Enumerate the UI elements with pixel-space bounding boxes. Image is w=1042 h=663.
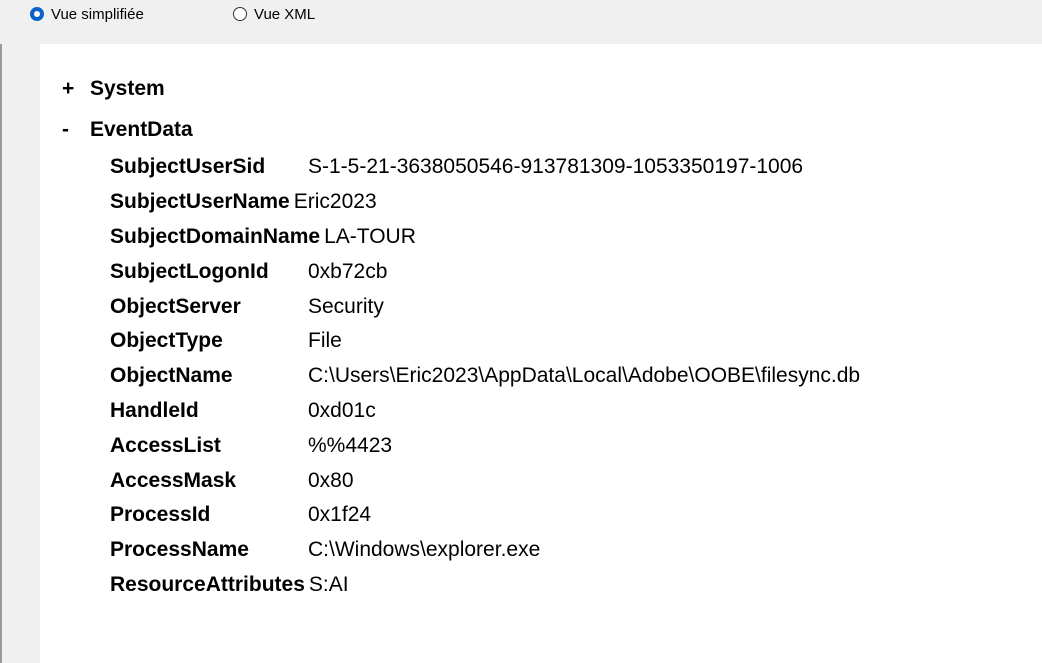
field-value: S:AI [308, 572, 349, 596]
field-row: SubjectDomainName LA-TOUR [110, 220, 416, 255]
field-row: ProcessName C:\Windows\explorer.exe [110, 533, 540, 568]
field-value: 0xd01c [308, 398, 376, 422]
expand-toggle-icon[interactable]: + [62, 77, 90, 101]
field-key: ResourceAttributes [110, 572, 305, 596]
field-key: HandleId [110, 398, 199, 422]
view-mode-bar: Vue simplifiée Vue XML [0, 0, 1042, 44]
xml-view-label: Vue XML [254, 5, 316, 23]
field-key: SubjectLogonId [110, 259, 269, 283]
eventdata-node-label: EventData [90, 118, 193, 141]
field-key: ObjectType [110, 329, 223, 353]
tree-node-system[interactable]: + System [62, 72, 165, 106]
field-row: ResourceAttributes S:AI [110, 568, 416, 603]
field-row: SubjectUserSid S-1-5-21-3638050546-913781… [110, 150, 803, 185]
field-key: SubjectDomainName [110, 224, 321, 248]
system-node-label: System [90, 77, 165, 100]
field-row: ObjectType File [110, 324, 416, 359]
field-row: AccessList %%4423 [110, 428, 416, 463]
field-key: ObjectServer [110, 294, 241, 318]
window-left-border [0, 0, 2, 663]
field-key: ProcessName [110, 538, 249, 562]
field-value: C:\Windows\explorer.exe [308, 538, 541, 562]
eventdata-fields: SubjectUserSid S-1-5-21-3638050546-913781… [110, 150, 860, 603]
field-key: ObjectName [110, 364, 233, 388]
xml-view-radio[interactable]: Vue XML [233, 4, 315, 24]
field-row: SubjectLogonId 0xb72cb [110, 254, 416, 289]
tree-node-eventdata[interactable]: - EventData [62, 113, 193, 147]
field-row: ProcessId 0x1f24 [110, 498, 416, 533]
field-row: HandleId 0xd01c [110, 394, 416, 429]
field-row: SubjectUserName Eric2023 [110, 185, 416, 220]
field-value: C:\Users\Eric2023\AppData\Local\Adobe\OO… [308, 364, 861, 388]
field-value: 0xb72cb [308, 259, 388, 283]
field-key: AccessList [110, 433, 221, 457]
field-row: ObjectName C:\Users\Eric2023\AppData\Loca… [110, 359, 860, 394]
simplified-view-label: Vue simplifiée [51, 5, 144, 23]
field-value: Security [308, 294, 384, 318]
field-value: 0x1f24 [308, 503, 372, 527]
field-key: ProcessId [110, 503, 211, 527]
radio-selected-icon [30, 7, 44, 21]
field-row: AccessMask 0x80 [110, 463, 416, 498]
field-value: %%4423 [308, 433, 393, 457]
radio-unselected-icon [233, 7, 247, 21]
collapse-toggle-icon[interactable]: - [62, 118, 90, 142]
field-value: File [308, 329, 342, 353]
field-key: SubjectUserSid [110, 155, 266, 179]
field-value: 0x80 [308, 468, 354, 492]
field-key: SubjectUserName [110, 190, 290, 214]
field-key: AccessMask [110, 468, 237, 492]
field-value: LA-TOUR [324, 224, 416, 248]
event-details-panel: + System - EventData SubjectUserSid S-1-5… [40, 44, 1042, 663]
simplified-view-radio[interactable]: Vue simplifiée [30, 4, 144, 24]
field-value: S-1-5-21-3638050546-913781309-1053350197… [308, 155, 804, 179]
field-row: ObjectServer Security [110, 289, 416, 324]
field-value: Eric2023 [293, 190, 377, 214]
